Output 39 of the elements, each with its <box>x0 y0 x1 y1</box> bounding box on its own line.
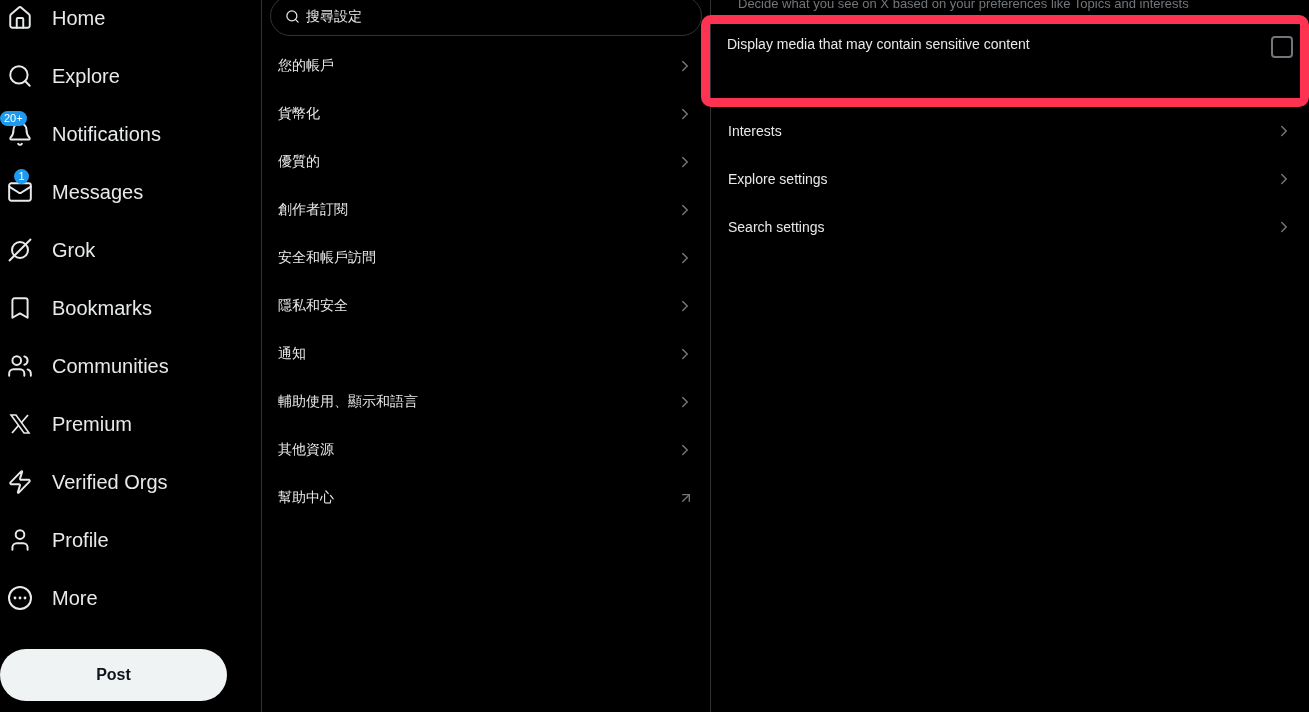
settings-menu-item[interactable]: 隱私和安全 <box>262 282 710 330</box>
nav-item[interactable]: Profile <box>0 511 261 569</box>
settings-link[interactable]: Search settings <box>711 203 1309 251</box>
x-icon <box>8 412 32 436</box>
nav-item[interactable]: 20+ Notifications <box>0 105 261 163</box>
nav-item[interactable]: Home <box>0 0 261 47</box>
nav-item[interactable]: Grok <box>0 221 261 279</box>
nav-item[interactable]: Bookmarks <box>0 279 261 337</box>
settings-link[interactable]: Interests <box>711 107 1309 155</box>
nav-item[interactable]: Communities <box>0 337 261 395</box>
search-icon <box>285 8 300 24</box>
search-icon <box>7 63 33 89</box>
count-badge: 20+ <box>0 111 27 126</box>
settings-menu-item[interactable]: 安全和帳戶訪問 <box>262 234 710 282</box>
settings-menu-item[interactable]: 貨幣化 <box>262 90 710 138</box>
settings-link[interactable]: Explore settings <box>711 155 1309 203</box>
nav-item[interactable]: More <box>0 569 261 627</box>
settings-menu-item[interactable]: 幫助中心 <box>262 474 710 522</box>
nav-item[interactable]: Explore <box>0 47 261 105</box>
checkbox[interactable] <box>1271 36 1293 58</box>
slashed-circle-icon <box>7 237 33 263</box>
nav-item[interactable]: Verified Orgs <box>0 453 261 511</box>
settings-menu-item[interactable]: 您的帳戶 <box>262 42 710 90</box>
post-button[interactable]: Post <box>0 649 227 701</box>
search-field[interactable]: 搜尋設定 <box>304 7 687 25</box>
home-icon <box>7 5 33 31</box>
nav-item[interactable]: 1 Messages <box>0 163 261 221</box>
people-icon <box>7 353 33 379</box>
count-badge: 1 <box>14 169 29 184</box>
more-icon <box>7 585 33 611</box>
lightning-icon <box>7 469 33 495</box>
settings-menu-item[interactable]: 優質的 <box>262 138 710 186</box>
nav-item[interactable]: Premium <box>0 395 261 453</box>
settings-menu-item[interactable]: 通知 <box>262 330 710 378</box>
settings-menu-item[interactable]: 其他資源 <box>262 426 710 474</box>
settings-menu-item[interactable]: 輔助使用、顯示和語言 <box>262 378 710 426</box>
envelope-icon <box>7 179 33 205</box>
setting-label: Display media that may contain sensitive content <box>727 36 1030 52</box>
settings-menu-item[interactable]: 創作者訂閱 <box>262 186 710 234</box>
